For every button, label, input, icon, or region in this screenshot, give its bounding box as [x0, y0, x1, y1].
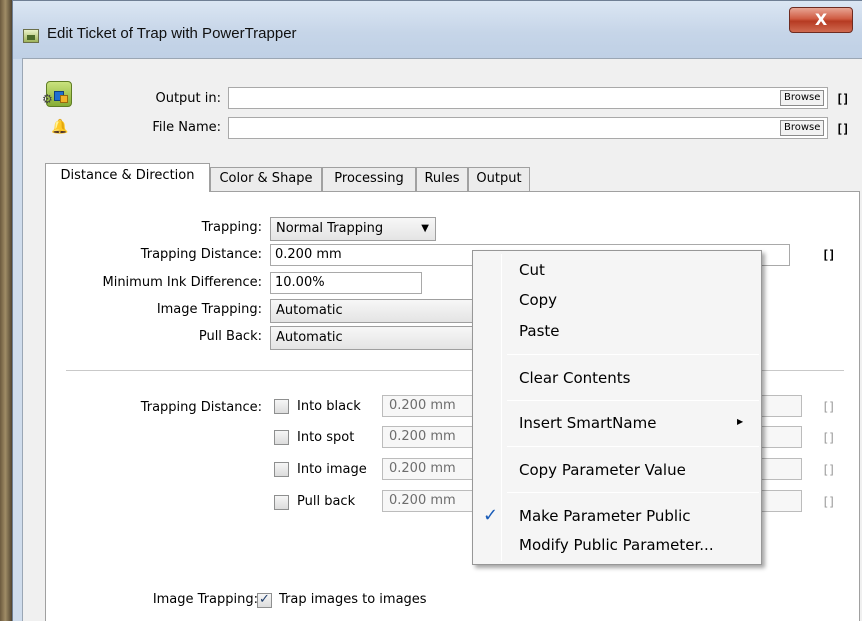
file-name-label: File Name:: [152, 120, 221, 135]
tab-rules[interactable]: Rules: [416, 167, 468, 191]
into-image-smartname-button[interactable]: []: [822, 463, 835, 477]
image-trapping-label: Image Trapping:: [156, 302, 262, 317]
menu-item-cut[interactable]: Cut: [519, 261, 545, 279]
menu-item-make-parameter-public[interactable]: Make Parameter Public: [519, 507, 690, 525]
trapping-select[interactable]: Normal Trapping ▼: [270, 217, 436, 241]
menu-item-copy[interactable]: Copy: [519, 291, 557, 309]
dropdown-arrow-icon: ▼: [421, 223, 429, 234]
pull-back-smartname-button[interactable]: []: [822, 495, 835, 509]
ticket-icon: [23, 29, 39, 43]
into-black-checkbox[interactable]: [274, 399, 289, 414]
tab-distance-direction[interactable]: Distance & Direction: [45, 163, 210, 192]
into-image-label: Into image: [297, 462, 367, 477]
trapping-distance-smartname-button[interactable]: []: [822, 248, 835, 262]
check-icon: ✓: [483, 505, 499, 526]
menu-separator: [507, 492, 759, 493]
trapping-label: Trapping:: [201, 220, 262, 235]
desktop-background: [0, 0, 12, 621]
window-title: Edit Ticket of Trap with PowerTrapper: [47, 25, 297, 42]
output-in-smartname-button[interactable]: []: [836, 92, 849, 106]
distance-section-label: Trapping Distance:: [140, 400, 262, 415]
pull-back-select[interactable]: Automatic ▼: [270, 326, 496, 350]
image-trapping-section-title: Image Trapping:: [152, 592, 258, 607]
menu-item-paste[interactable]: Paste: [519, 322, 560, 340]
menu-gutter: [501, 254, 502, 561]
into-spot-smartname-button[interactable]: []: [822, 431, 835, 445]
trapping-select-value: Normal Trapping: [276, 221, 384, 236]
trap-images-to-images-checkbox[interactable]: [257, 592, 272, 608]
trap-images-to-images-label: Trap images to images: [279, 592, 427, 607]
title-bar[interactable]: Edit Ticket of Trap with PowerTrapper X: [13, 1, 862, 59]
file-name-input[interactable]: [228, 117, 828, 139]
file-name-browse-button[interactable]: Browse: [780, 120, 825, 136]
output-in-browse-button[interactable]: Browse: [780, 90, 825, 106]
min-ink-difference-input[interactable]: 10.00%: [270, 272, 422, 294]
menu-item-modify-public-parameter[interactable]: Modify Public Parameter...: [519, 536, 714, 554]
pull-back-select-value: Automatic: [276, 330, 343, 345]
app-square-orange: [60, 95, 68, 103]
into-image-checkbox[interactable]: [274, 462, 289, 477]
file-name-smartname-button[interactable]: []: [836, 122, 849, 136]
output-in-label: Output in:: [155, 91, 221, 106]
gear-icon: ⚙: [42, 92, 53, 106]
pull-back-checkbox[interactable]: [274, 495, 289, 510]
tab-processing[interactable]: Processing: [322, 167, 416, 191]
min-ink-difference-label: Minimum Ink Difference:: [102, 275, 262, 290]
into-spot-label: Into spot: [297, 430, 355, 445]
into-black-smartname-button[interactable]: []: [822, 400, 835, 414]
tab-color-shape[interactable]: Color & Shape: [210, 167, 322, 191]
app-icon: ⚙: [42, 79, 74, 111]
into-black-label: Into black: [297, 399, 361, 414]
menu-item-clear-contents[interactable]: Clear Contents: [519, 369, 630, 387]
into-spot-checkbox[interactable]: [274, 430, 289, 445]
bell-icon[interactable]: 🔔: [51, 120, 68, 134]
menu-item-insert-smartname[interactable]: Insert SmartName: [519, 414, 656, 432]
pull-back-row-label: Pull back: [297, 494, 356, 509]
menu-item-copy-parameter-value[interactable]: Copy Parameter Value: [519, 461, 686, 479]
close-button[interactable]: X: [789, 7, 853, 33]
menu-separator: [507, 354, 759, 355]
trapping-distance-label: Trapping Distance:: [140, 247, 262, 262]
image-trapping-select-value: Automatic: [276, 303, 343, 318]
output-in-input[interactable]: [228, 87, 828, 109]
menu-separator: [507, 400, 759, 401]
pull-back-label: Pull Back:: [198, 329, 262, 344]
menu-separator: [507, 446, 759, 447]
context-menu: Cut Copy Paste Clear Contents Insert Sma…: [472, 250, 762, 565]
tab-output[interactable]: Output: [468, 167, 530, 191]
image-trapping-select[interactable]: Automatic ▼: [270, 299, 496, 323]
submenu-arrow-icon: ▶: [737, 417, 744, 426]
